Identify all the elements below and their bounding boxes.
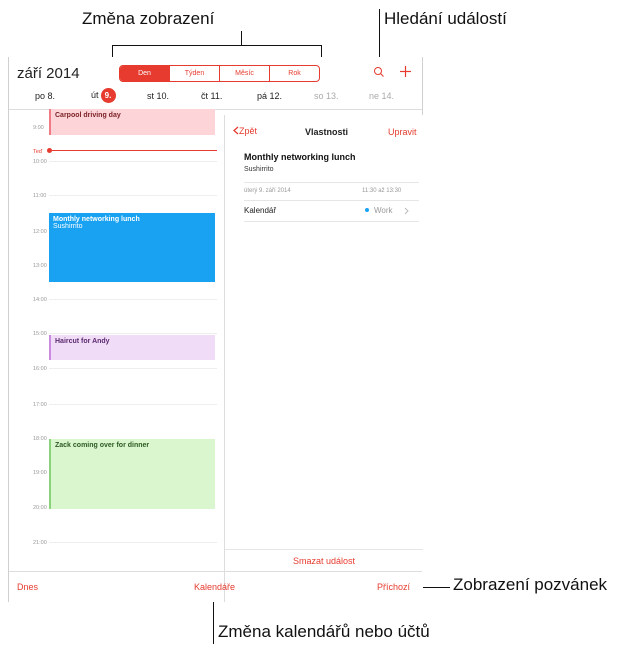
callout-line-calendars [213,598,214,644]
details-title: Vlastnosti [305,127,349,137]
chevron-right-icon [404,207,409,215]
segment-day[interactable]: Den [120,66,169,81]
hour-line [49,368,217,369]
callout-bracket [112,45,321,46]
divider [244,221,419,222]
today-badge: 9. [100,88,116,103]
edit-button[interactable]: Upravit [388,127,417,137]
view-segmented-control: Den Týden Měsíc Rok [119,65,320,82]
event-title: Zack coming over for dinner [55,442,150,449]
event-haircut[interactable]: Haircut for Andy [49,335,215,360]
hour-label: 18:00 [33,436,47,442]
divider [9,571,422,572]
day-sun[interactable]: ne 14. [369,91,394,101]
day-sat[interactable]: so 13. [314,91,339,101]
chevron-left-icon [233,126,239,135]
now-label: Teď [33,149,43,155]
hour-label: 9:00 [33,125,44,131]
day-thu[interactable]: čt 11. [201,91,222,101]
hour-label: 11:00 [33,193,47,199]
hour-line [49,161,217,162]
calendar-label: Kalendář [244,206,277,215]
detail-event-title: Monthly networking lunch [244,152,356,162]
search-icon[interactable] [373,66,385,78]
event-title: Carpool driving day [55,112,121,119]
month-title[interactable]: září 2014 [17,65,80,82]
hour-label: 16:00 [33,366,47,372]
hour-label: 17:00 [33,402,47,408]
divider [244,182,419,183]
detail-location: Sushirrito [244,166,274,173]
calendars-button[interactable]: Kalendáře [194,582,235,592]
hour-line [49,542,217,543]
day-wed[interactable]: st 10. [147,91,169,101]
event-dinner[interactable]: Zack coming over for dinner [49,439,215,509]
segment-year[interactable]: Rok [269,66,319,81]
today-button[interactable]: Dnes [17,582,38,592]
event-networking-lunch[interactable]: Monthly networking lunch Sushirrito [49,213,215,282]
detail-time: 11:30 až 13:30 [362,188,402,194]
hour-label: 12:00 [33,229,47,235]
callout-invitations: Zobrazení pozvánek [453,575,608,594]
now-line [49,150,217,151]
callout-line [241,31,242,45]
plus-icon[interactable] [399,65,412,78]
divider [244,200,419,201]
hour-label: 13:00 [33,263,47,269]
event-carpool[interactable]: Carpool driving day [49,109,215,135]
event-details-panel: Zpět Vlastnosti Upravit Monthly networki… [224,115,423,602]
callout-calendars: Změna kalendářů nebo účtů [218,622,430,641]
hour-line [49,404,217,405]
segment-week[interactable]: Týden [169,66,219,81]
delete-event-button[interactable]: Smazat událost [225,556,423,566]
calendar-value: Work [374,206,393,215]
day-tue[interactable]: út 9. [91,88,116,103]
day-tue-label: út [91,90,99,100]
hour-label: 14:00 [33,297,47,303]
back-label: Zpět [239,126,258,136]
hour-label: 19:00 [33,470,47,476]
hour-label: 15:00 [33,331,47,337]
hour-line [49,299,217,300]
hour-label: 21:00 [33,540,47,546]
segment-month[interactable]: Měsíc [219,66,269,81]
back-button[interactable]: Zpět [232,126,257,136]
callout-line-search [379,9,380,64]
hour-line [49,333,217,334]
hour-label: 20:00 [33,505,47,511]
detail-date: úterý 9. září 2014 [244,188,291,194]
divider [225,549,423,550]
calendar-color-dot [365,208,369,212]
calendar-app: září 2014 Den Týden Měsíc Rok po 8. út 9.… [8,57,423,602]
callout-change-view: Změna zobrazení [82,9,215,28]
hour-label: 10:00 [33,159,47,165]
event-title: Haircut for Andy [55,338,110,345]
day-mon[interactable]: po 8. [35,91,55,101]
hour-line [49,195,217,196]
event-location: Sushirrito [53,223,83,230]
event-title: Monthly networking lunch [53,216,140,223]
calendar-row[interactable]: Kalendář Work [244,206,419,222]
day-fri[interactable]: pá 12. [257,91,282,101]
callout-search-events: Hledání událostí [384,9,507,28]
inbox-button[interactable]: Příchozí [377,582,410,592]
